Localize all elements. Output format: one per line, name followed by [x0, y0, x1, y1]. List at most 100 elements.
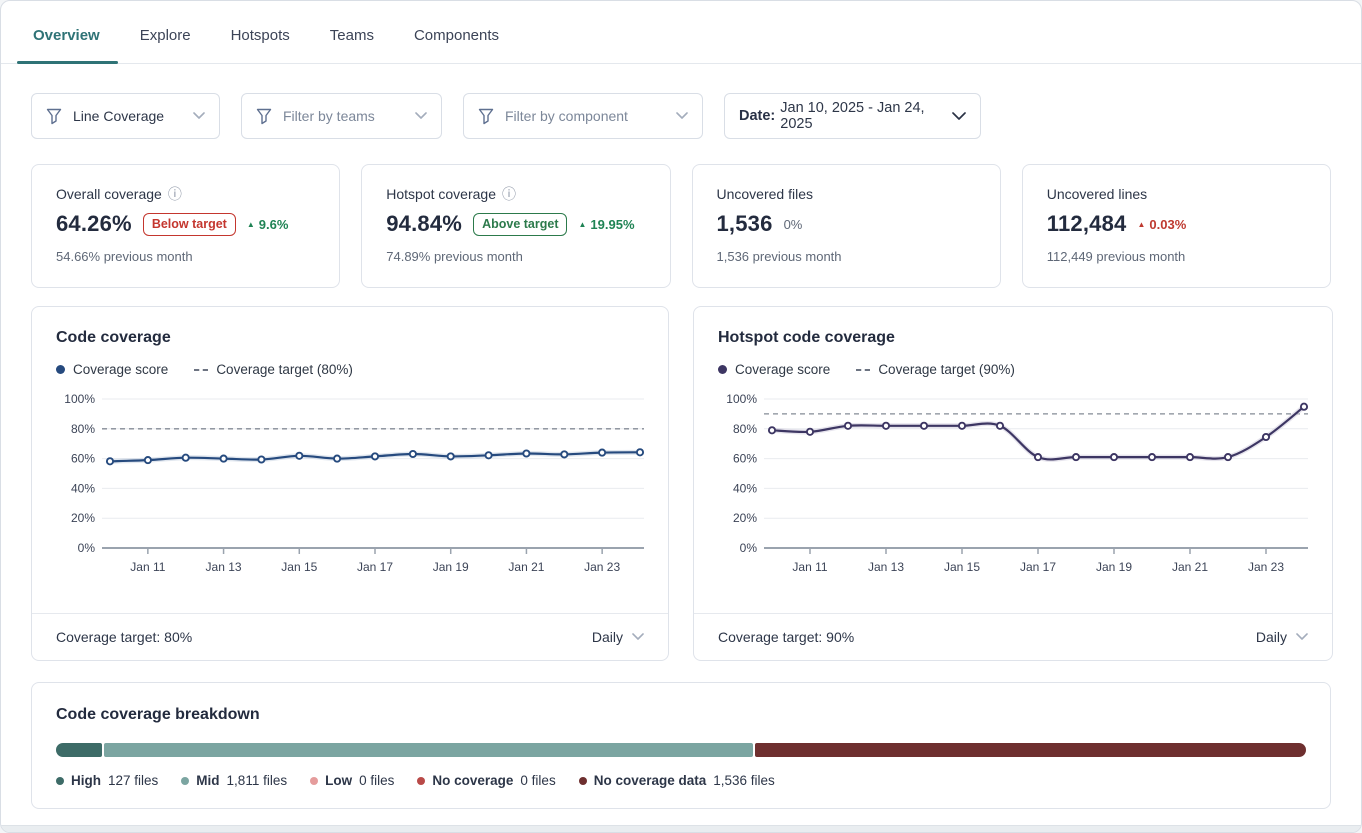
interval-dropdown[interactable]: Daily — [1256, 629, 1308, 645]
svg-text:100%: 100% — [726, 392, 757, 406]
code-coverage-plot: 0%20%40%60%80%100%Jan 11Jan 13Jan 15Jan … — [32, 377, 668, 613]
svg-text:Jan 13: Jan 13 — [868, 560, 904, 574]
svg-text:80%: 80% — [733, 422, 757, 436]
svg-text:Jan 17: Jan 17 — [357, 560, 393, 574]
coverage-target-dash-icon — [856, 369, 870, 371]
legend-item-low: Low0 files — [310, 773, 394, 788]
hotspot-coverage-legend: Coverage score Coverage target (90%) — [718, 362, 1308, 377]
svg-text:80%: 80% — [71, 422, 95, 436]
overall-coverage-previous: 54.66% previous month — [56, 249, 315, 264]
svg-text:20%: 20% — [71, 511, 95, 525]
uncovered-lines-value: 112,484 — [1047, 211, 1127, 237]
coverage-score-legend-label: Coverage score — [735, 362, 830, 377]
tab-hotspots[interactable]: Hotspots — [229, 27, 292, 63]
interval-dropdown[interactable]: Daily — [592, 629, 644, 645]
chevron-down-icon — [952, 112, 966, 121]
coverage-target-dash-icon — [194, 369, 208, 371]
code-coverage-footer: Coverage target: 80% Daily — [32, 613, 668, 660]
legend-item-no-coverage-data: No coverage data1,536 files — [579, 773, 775, 788]
svg-text:Jan 11: Jan 11 — [792, 560, 827, 574]
svg-text:Jan 19: Jan 19 — [433, 560, 469, 574]
tab-explore[interactable]: Explore — [138, 27, 193, 63]
chart-row: Code coverage Coverage score Coverage ta… — [1, 288, 1361, 661]
svg-text:100%: 100% — [64, 392, 95, 406]
info-icon[interactable]: ⓘ — [168, 187, 182, 201]
svg-text:40%: 40% — [733, 481, 757, 495]
date-range-filter[interactable]: Date: Jan 10, 2025 - Jan 24, 2025 — [724, 93, 981, 139]
below-target-badge: Below target — [143, 213, 236, 236]
overall-coverage-delta: ▲ 9.6% — [247, 217, 289, 232]
coverage-score-legend-label: Coverage score — [73, 362, 168, 377]
breakdown-title: Code coverage breakdown — [56, 706, 1306, 724]
hotspot-coverage-chart: 0%20%40%60%80%100%Jan 11Jan 13Jan 15Jan … — [718, 385, 1310, 585]
coverage-dashboard: Overview Explore Hotspots Teams Componen… — [0, 0, 1362, 833]
teams-filter[interactable]: Filter by teams — [241, 93, 442, 139]
svg-text:Jan 15: Jan 15 — [281, 560, 317, 574]
svg-text:20%: 20% — [733, 511, 757, 525]
breakdown-segment-no-coverage-data — [755, 743, 1306, 757]
hotspot-coverage-footer: Coverage target: 90% Daily — [694, 613, 1332, 660]
overall-coverage-value: 64.26% — [56, 211, 132, 237]
funnel-icon — [478, 108, 494, 125]
hotspot-coverage-label: Hotspot coverage — [386, 186, 496, 202]
component-filter[interactable]: Filter by component — [463, 93, 703, 139]
uncovered-files-label: Uncovered files — [717, 186, 814, 202]
bottom-scroll-strip — [1, 825, 1361, 832]
coverage-score-dot-icon — [56, 365, 65, 374]
breakdown-legend: High127 files Mid1,811 files Low0 files … — [56, 773, 1306, 788]
tab-teams[interactable]: Teams — [328, 27, 376, 63]
mid-dot-icon — [181, 777, 189, 785]
uncovered-lines-delta: ▲ 0.03% — [1137, 217, 1186, 232]
hotspot-coverage-previous: 74.89% previous month — [386, 249, 645, 264]
svg-text:Jan 19: Jan 19 — [1096, 560, 1132, 574]
code-coverage-chart: 0%20%40%60%80%100%Jan 11Jan 13Jan 15Jan … — [56, 385, 646, 585]
component-filter-placeholder: Filter by component — [505, 108, 664, 124]
date-filter-label: Date: — [739, 108, 775, 124]
legend-item-no-coverage: No coverage0 files — [417, 773, 555, 788]
svg-text:0%: 0% — [78, 541, 96, 555]
no-coverage-data-dot-icon — [579, 777, 587, 785]
funnel-icon — [46, 108, 62, 125]
tab-components[interactable]: Components — [412, 27, 501, 63]
code-coverage-legend: Coverage score Coverage target (80%) — [56, 362, 644, 377]
chevron-down-icon — [676, 112, 688, 120]
chevron-down-icon — [632, 633, 644, 641]
up-arrow-icon: ▲ — [1137, 220, 1145, 229]
chevron-down-icon — [415, 112, 427, 120]
hotspot-coverage-card: Hotspot coverage ⓘ 94.84% Above target ▲… — [361, 164, 670, 288]
no-coverage-dot-icon — [417, 777, 425, 785]
date-filter-value: Jan 10, 2025 - Jan 24, 2025 — [780, 100, 940, 132]
coverage-type-filter[interactable]: Line Coverage — [31, 93, 220, 139]
coverage-target-legend-label: Coverage target (90%) — [878, 362, 1015, 377]
low-dot-icon — [310, 777, 318, 785]
code-coverage-chart-card: Code coverage Coverage score Coverage ta… — [31, 306, 669, 661]
hotspot-coverage-title: Hotspot code coverage — [718, 329, 1308, 347]
funnel-icon — [256, 108, 272, 125]
tab-overview[interactable]: Overview — [31, 27, 102, 63]
svg-text:60%: 60% — [71, 452, 95, 466]
uncovered-files-previous: 1,536 previous month — [717, 249, 976, 264]
filter-row: Line Coverage Filter by teams Filter by … — [1, 64, 1361, 139]
hotspot-coverage-value: 94.84% — [386, 211, 462, 237]
chevron-down-icon — [193, 112, 205, 120]
svg-text:Jan 17: Jan 17 — [1020, 560, 1056, 574]
uncovered-files-card: Uncovered files 1,536 0% 1,536 previous … — [692, 164, 1001, 288]
hotspot-coverage-chart-card: Hotspot code coverage Coverage score Cov… — [693, 306, 1333, 661]
legend-item-mid: Mid1,811 files — [181, 773, 287, 788]
breakdown-segment-mid — [104, 743, 754, 757]
svg-text:Jan 15: Jan 15 — [944, 560, 980, 574]
high-dot-icon — [56, 777, 64, 785]
stat-card-row: Overall coverage ⓘ 64.26% Below target ▲… — [1, 139, 1361, 288]
overall-coverage-card: Overall coverage ⓘ 64.26% Below target ▲… — [31, 164, 340, 288]
hotspot-coverage-plot: 0%20%40%60%80%100%Jan 11Jan 13Jan 15Jan … — [694, 377, 1332, 613]
code-coverage-title: Code coverage — [56, 329, 644, 347]
chevron-down-icon — [1296, 633, 1308, 641]
teams-filter-placeholder: Filter by teams — [283, 108, 403, 124]
coverage-target-text: Coverage target: 80% — [56, 629, 192, 645]
coverage-target-text: Coverage target: 90% — [718, 629, 854, 645]
svg-text:Jan 23: Jan 23 — [1248, 560, 1284, 574]
uncovered-lines-card: Uncovered lines 112,484 ▲ 0.03% 112,449 … — [1022, 164, 1331, 288]
svg-text:60%: 60% — [733, 452, 757, 466]
uncovered-lines-previous: 112,449 previous month — [1047, 249, 1306, 264]
info-icon[interactable]: ⓘ — [502, 187, 516, 201]
